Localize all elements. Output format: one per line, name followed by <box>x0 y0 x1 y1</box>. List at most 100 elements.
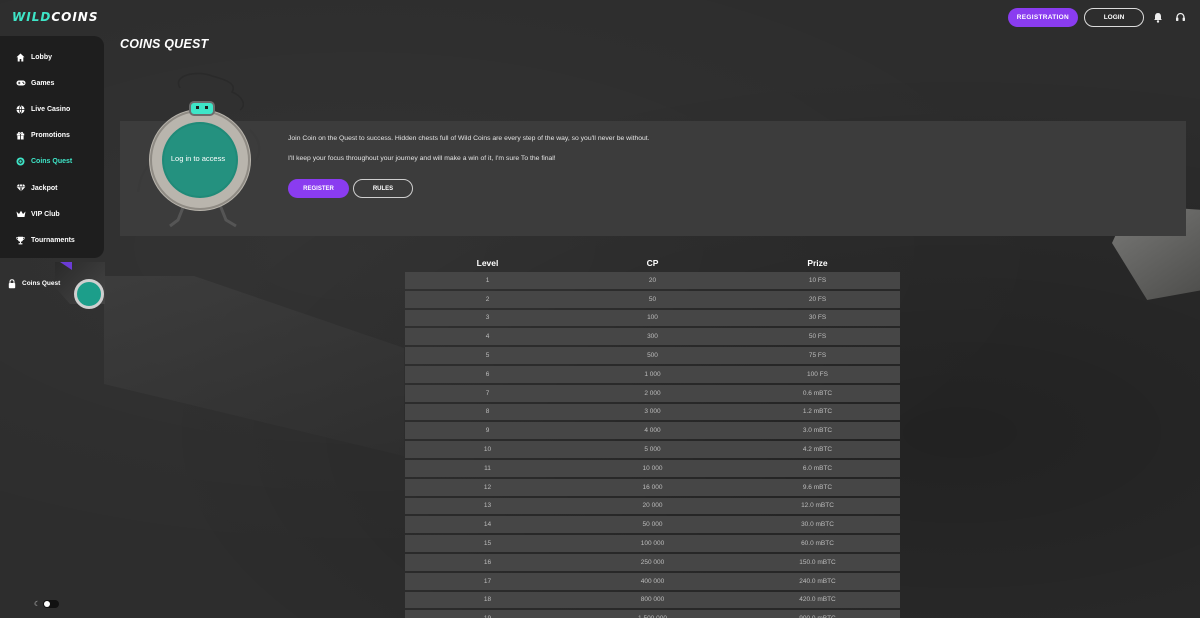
table-row: 191 500 000900.0 mBTC <box>405 610 900 618</box>
table-row: 11 10 000 6.0 mBTC <box>405 459 900 477</box>
cell-level: 10 <box>405 441 570 458</box>
sidebar-item-label: Jackpot <box>31 184 58 192</box>
cell-level: 2 <box>405 290 570 308</box>
cell-level: 3 <box>405 309 570 327</box>
cell-prize: 420.0 mBTC <box>735 591 900 609</box>
globe-icon <box>16 105 25 114</box>
cell-prize: 3.0 mBTC <box>735 422 900 440</box>
table-row: 83 000 1.2 mBTC <box>405 403 900 421</box>
table-row: 72 000 0.6 mBTC <box>405 384 900 402</box>
cell-cp: 4 000 <box>570 422 735 440</box>
cell-cp: 400 000 <box>570 572 735 590</box>
table-row: 5 500 75 FS <box>405 347 900 364</box>
cell-cp: 500 <box>570 347 735 364</box>
cell-prize: 30 FS <box>735 309 900 327</box>
quest-description: Join Coin on the Quest to success. Hidde… <box>288 134 848 164</box>
sidebar-item-label: VIP Club <box>31 210 60 218</box>
cell-cp: 5 000 <box>570 441 735 458</box>
coin-icon <box>16 157 25 166</box>
table-row: 12 16 000 9.6 mBTC <box>405 478 900 496</box>
quest-actions: REGISTER RULES <box>288 179 413 198</box>
sidebar-item-tournaments[interactable]: Tournaments <box>0 227 104 253</box>
sidebar-item-games[interactable]: Games <box>0 70 104 96</box>
levels-table-body: 1 20 10 FS 2 50 20 FS 3 100 30 FS 4 300 50 FS 5 500 75… <box>405 272 900 618</box>
table-row: 16 250 000 150.0 mBTC <box>405 553 900 571</box>
cell-level: 5 <box>405 347 570 364</box>
sidebar-item-label: Coins Quest <box>31 158 73 166</box>
sidebar-item-jackpot[interactable]: Jackpot <box>0 175 104 201</box>
page-title: COINS QUEST <box>120 37 209 51</box>
sidebar-item-lobby[interactable]: Lobby <box>0 44 104 70</box>
sidebar-item-label: Promotions <box>31 132 70 140</box>
quest-intro-1: Join Coin on the Quest to success. Hidde… <box>288 135 650 142</box>
bell-icon[interactable] <box>1150 9 1166 25</box>
sidebar-item-promotions[interactable]: Promotions <box>0 123 104 149</box>
cell-cp: 1 000 <box>570 365 735 383</box>
cell-prize: 0.6 mBTC <box>735 384 900 402</box>
cell-prize: 60.0 mBTC <box>735 535 900 552</box>
logo-wild: WILD <box>12 10 52 24</box>
logo-coins: COINS <box>51 10 99 24</box>
home-icon <box>16 53 25 62</box>
sidebar-item-label: Live Casino <box>31 105 71 113</box>
cell-prize: 4.2 mBTC <box>735 441 900 458</box>
cell-cp: 300 <box>570 328 735 346</box>
cell-prize: 1.2 mBTC <box>735 403 900 421</box>
diamond-icon <box>16 183 26 193</box>
sidebar-item-label: Lobby <box>31 53 52 61</box>
coin-mascot-image <box>132 70 272 235</box>
sidebar-item-label: Games <box>31 79 55 87</box>
sidebar-item-vip-club[interactable]: VIP Club <box>0 201 104 227</box>
lock-icon <box>8 279 16 291</box>
logo[interactable]: WILDCOINS <box>12 10 98 24</box>
table-row: 94 000 3.0 mBTC <box>405 422 900 440</box>
cell-cp: 250 000 <box>570 553 735 571</box>
crown-icon <box>16 210 26 219</box>
cell-level: 4 <box>405 328 570 346</box>
cell-cp: 20 000 <box>570 497 735 515</box>
cell-cp: 50 000 <box>570 516 735 534</box>
toggle-knob <box>44 601 51 607</box>
top-actions: REGISTRATION LOGIN <box>1007 7 1188 27</box>
toggle-track <box>43 600 60 608</box>
sidebar-item-coins-quest[interactable]: Coins Quest <box>0 149 104 175</box>
table-row: 17 400 000 240.0 mBTC <box>405 572 900 590</box>
rules-button[interactable]: RULES <box>353 179 413 198</box>
cell-level: 12 <box>405 478 570 496</box>
registration-button[interactable]: REGISTRATION <box>1007 7 1078 27</box>
gift-icon <box>16 131 25 140</box>
cell-prize: 50 FS <box>735 328 900 346</box>
login-button[interactable]: LOGIN <box>1084 7 1144 27</box>
cell-level: 19 <box>405 610 570 618</box>
table-row: 2 50 20 FS <box>405 290 900 308</box>
table-row: 15 100 000 60.0 mBTC <box>405 535 900 552</box>
cell-cp: 10 000 <box>570 459 735 477</box>
sidebar-item-live-casino[interactable]: Live Casino <box>0 96 104 122</box>
cell-cp: 20 <box>570 272 735 289</box>
table-row: 14 50 000 30.0 mBTC <box>405 516 900 534</box>
cell-cp: 100 <box>570 309 735 327</box>
theme-toggle[interactable]: ☾ <box>34 600 60 608</box>
cell-cp: 2 000 <box>570 384 735 402</box>
top-bar: WILDCOINS REGISTRATION LOGIN <box>0 0 1200 34</box>
headset-icon[interactable] <box>1172 9 1188 25</box>
cell-prize: 30.0 mBTC <box>735 516 900 534</box>
table-row: 1 20 10 FS <box>405 272 900 289</box>
cell-prize: 100 FS <box>735 365 900 383</box>
table-row: 4 300 50 FS <box>405 328 900 346</box>
cell-prize: 20 FS <box>735 290 900 308</box>
cell-level: 13 <box>405 497 570 515</box>
register-button[interactable]: REGISTER <box>288 179 349 198</box>
cell-cp: 3 000 <box>570 403 735 421</box>
cell-cp: 16 000 <box>570 478 735 496</box>
sidebar-promo-coins-quest[interactable]: Coins Quest <box>0 262 105 309</box>
quest-intro-2: I'll keep your focus throughout your jou… <box>288 155 556 162</box>
gamepad-icon <box>16 79 26 88</box>
table-row: 18 800 000 420.0 mBTC <box>405 591 900 609</box>
cell-prize: 10 FS <box>735 272 900 289</box>
table-row: 10 5 000 4.2 mBTC <box>405 441 900 458</box>
cell-cp: 800 000 <box>570 591 735 609</box>
cell-prize: 12.0 mBTC <box>735 497 900 515</box>
cell-level: 9 <box>405 422 570 440</box>
cell-cp: 100 000 <box>570 535 735 552</box>
